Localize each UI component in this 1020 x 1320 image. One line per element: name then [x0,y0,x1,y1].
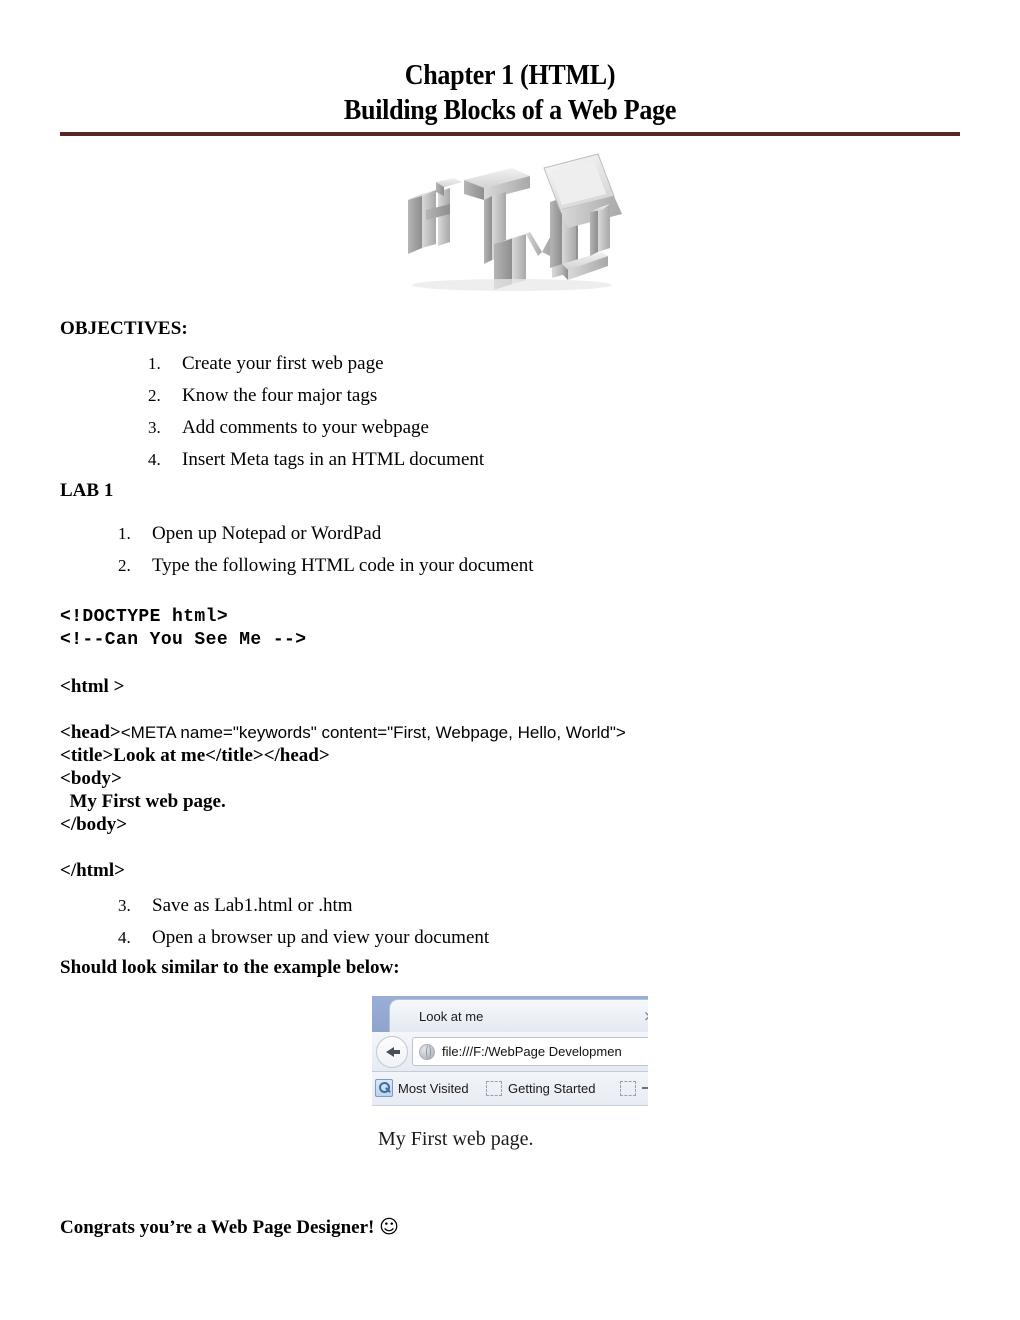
browser-url-text: file:///F:/WebPage Developmen [442,1044,622,1059]
title-line-1: Chapter 1 (HTML) [404,60,616,91]
browser-tab-label: Look at me [419,1009,484,1024]
code-line-body-open: <body> [60,768,122,789]
bookmark-most-visited: Most Visited [398,1081,469,1096]
bookmark-placeholder-icon [620,1081,636,1096]
list-number: 4. [148,450,161,469]
code-line-head-meta: <head><META name="keywords" content="Fir… [60,721,626,744]
lab-steps-before-code: 1. Open up Notepad or WordPad 2. Type the … [118,518,534,582]
browser-navigation-bar: file:///F:/WebPage Developmen [372,1032,648,1072]
list-text: Open a browser up and view your document [152,927,490,948]
list-text: Create your first web page [182,353,384,374]
browser-bookmarks-bar: Most Visited Getting Started [372,1072,648,1106]
browser-tab: Look at me × [389,999,648,1032]
list-item: 4. Insert Meta tags in an HTML document [148,444,484,476]
code-line-html-close: </html> [60,860,125,881]
document-page: Chapter 1 (HTML) Building Blocks of a We… [0,0,1020,1320]
browser-url-bar: file:///F:/WebPage Developmen [412,1037,648,1066]
list-item: 2. Know the four major tags [148,380,484,412]
list-number: 2. [148,386,161,405]
list-number: 4. [118,928,131,947]
close-icon: × [643,1007,648,1025]
list-item: 3. Save as Lab1.html or .htm [118,890,489,922]
code-line-doctype: <!DOCTYPE html> [60,607,229,627]
list-number: 2. [118,556,131,575]
list-number: 3. [118,896,131,915]
congrats-line: Congrats you’re a Web Page Designer! ☺ [60,1216,399,1239]
browser-screenshot-image: Look at me × file:///F:/WebPage Developm… [372,996,648,1164]
code-line-title: <title>Look at me</title></head> [60,745,330,766]
list-text: Open up Notepad or WordPad [152,523,382,544]
code-line-body-close: </body> [60,814,128,835]
list-text: Type the following HTML code in your doc… [152,555,534,576]
html-code-listing: <!DOCTYPE html> <!--Can You See Me --> <… [60,606,626,882]
html-3d-letters-icon [392,152,624,292]
title-line-2: Building Blocks of a Web Page [343,95,677,126]
example-caption: Should look similar to the example below… [60,957,400,978]
back-arrow-icon [376,1036,408,1068]
smiley-face-icon: ☺ [379,1216,399,1238]
code-line-html-open: <html > [60,676,125,697]
list-item: 2. Type the following HTML code in your d… [118,550,534,582]
list-item: 4. Open a browser up and view your docume… [118,922,489,954]
title-divider [60,132,960,136]
lab-heading: LAB 1 [60,480,114,501]
most-visited-icon [375,1079,393,1097]
list-number: 3. [148,418,161,437]
browser-viewport: My First web page. [372,1106,648,1164]
list-text: Know the four major tags [182,385,378,406]
code-tag-head-open: <head> [60,722,121,743]
code-meta-tag: <META name="keywords" content="First, We… [120,723,626,742]
bookmark-overflow-icon [642,1087,648,1089]
lab-steps-after-code: 3. Save as Lab1.html or .htm 4. Open a bro… [118,890,489,954]
list-text: Add comments to your webpage [182,417,429,438]
list-item: 1. Create your first web page [148,348,484,380]
list-item: 1. Open up Notepad or WordPad [118,518,534,550]
list-text: Save as Lab1.html or .htm [152,895,353,916]
bookmark-getting-started: Getting Started [508,1081,596,1096]
objectives-list: 1. Create your first web page 2. Know the … [148,348,484,476]
globe-icon [419,1044,435,1060]
code-line-comment: <!--Can You See Me --> [60,630,307,650]
list-number: 1. [148,354,161,373]
list-text: Insert Meta tags in an HTML document [182,449,485,470]
list-item: 3. Add comments to your webpage [148,412,484,444]
congrats-text: Congrats you’re a Web Page Designer! [60,1217,375,1238]
page-title: Chapter 1 (HTML) Building Blocks of a We… [92,58,929,128]
list-number: 1. [118,524,131,543]
code-line-body-text: My First web page. [60,791,226,812]
bookmark-placeholder-icon [486,1081,502,1096]
browser-page-text: My First web page. [378,1128,534,1150]
objectives-heading: OBJECTIVES: [60,318,188,339]
